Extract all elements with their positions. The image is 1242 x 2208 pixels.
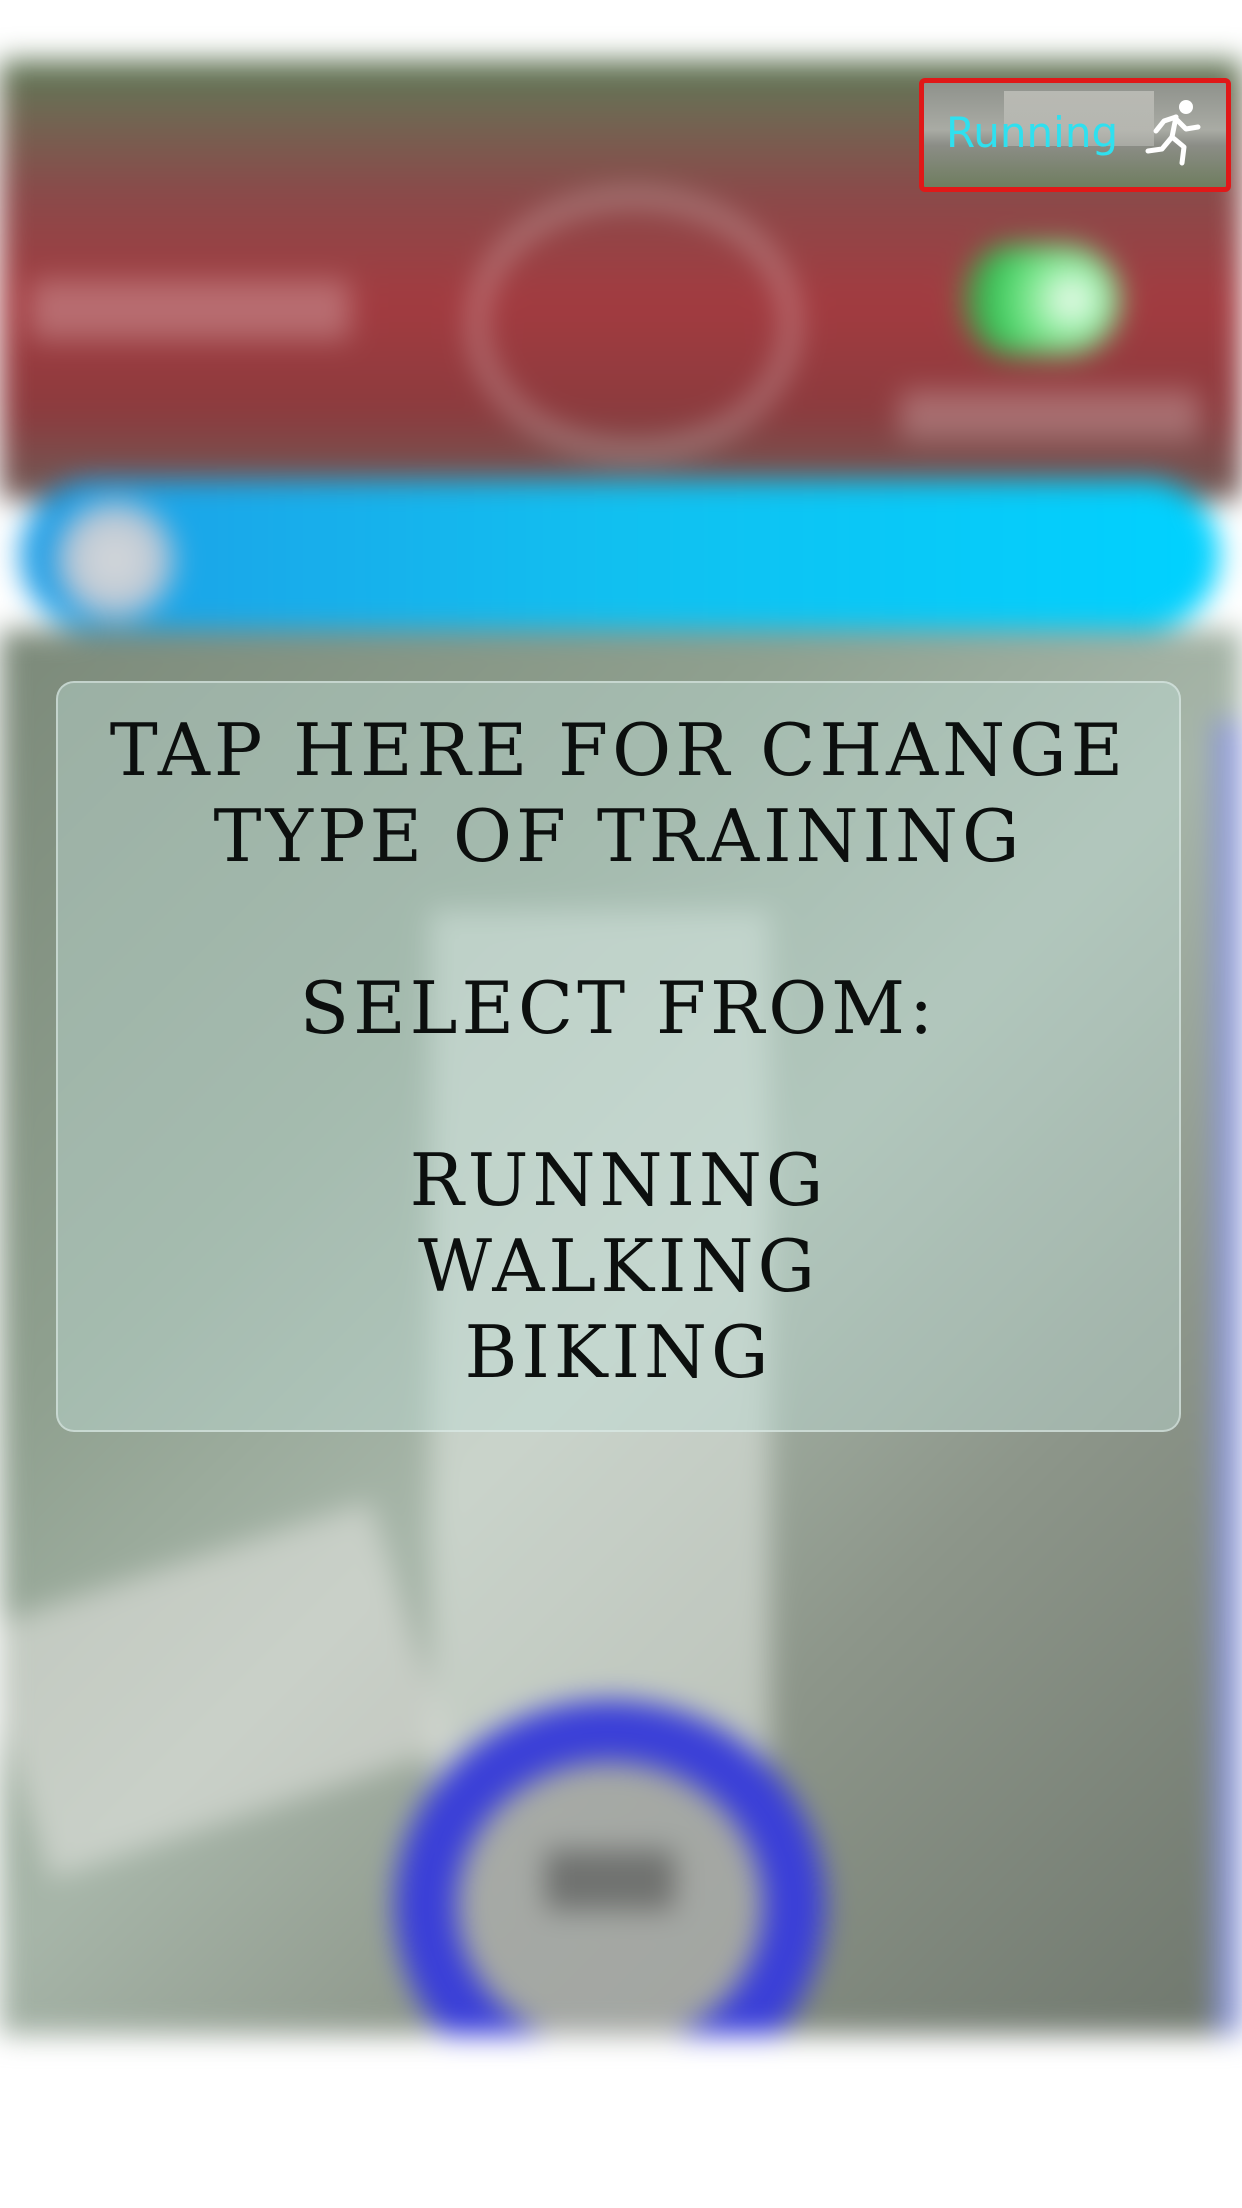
side-panel-edge (1215, 720, 1242, 2035)
status-toggle (960, 245, 1120, 355)
select-label: SELECT FROM: (299, 966, 938, 1050)
header-text-blurred (30, 280, 350, 340)
training-options-list: RUNNING WALKING BIKING (410, 1137, 828, 1395)
tutorial-heading: TAP HERE FOR CHANGE TYPE OF TRAINING (110, 707, 1127, 879)
olympic-rings-logo (470, 190, 798, 458)
header-subtext-blurred (900, 390, 1200, 440)
progress-ring-value (545, 1850, 675, 1910)
option-running: RUNNING (409, 1138, 828, 1222)
tutorial-overlay[interactable]: TAP HERE FOR CHANGE TYPE OF TRAINING SEL… (56, 681, 1181, 1432)
runner-icon (1140, 97, 1210, 171)
app-screen: TAP HERE FOR CHANGE TYPE OF TRAINING SEL… (0, 0, 1242, 2208)
training-type-button[interactable]: Running (919, 78, 1231, 192)
training-type-label: Running (946, 108, 1119, 157)
slide-knob (55, 500, 175, 620)
heading-line-1: TAP HERE FOR CHANGE (109, 708, 1128, 792)
option-walking: WALKING (418, 1224, 819, 1308)
slide-to-start-bar (20, 480, 1220, 630)
heading-line-2: TYPE OF TRAINING (213, 794, 1024, 878)
option-biking: BIKING (464, 1310, 773, 1394)
